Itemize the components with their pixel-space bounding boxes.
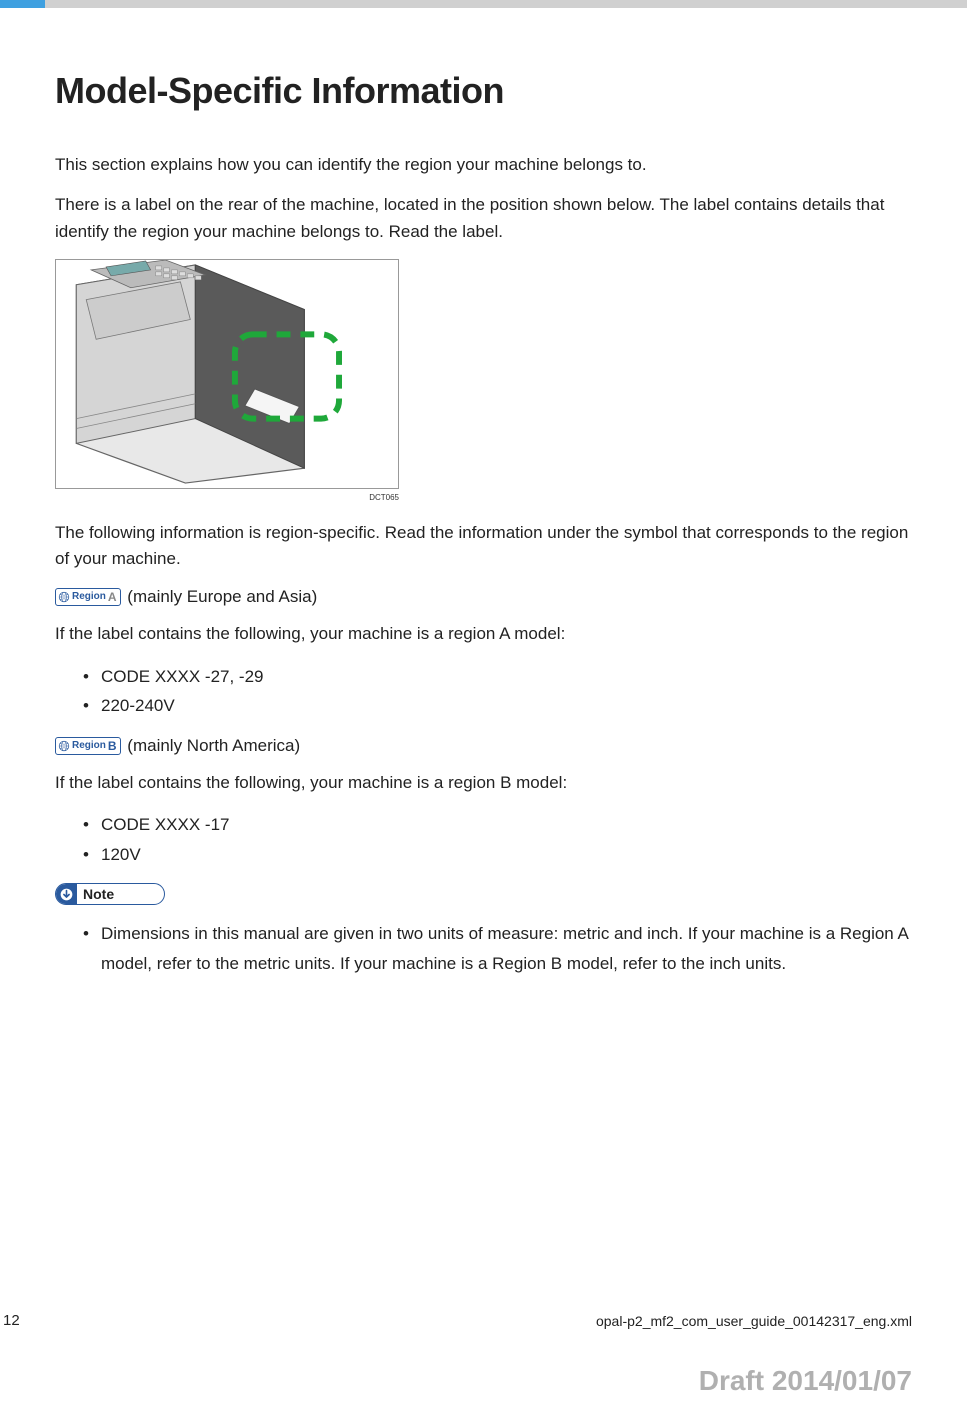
- region-b-badge-letter: B: [108, 740, 117, 752]
- region-b-badge-text: Region: [72, 741, 106, 751]
- list-item: CODE XXXX -17: [83, 810, 912, 840]
- note-badge: Note: [55, 883, 165, 905]
- intro-para-2: There is a label on the rear of the mach…: [55, 192, 912, 245]
- list-item: 120V: [83, 840, 912, 870]
- region-a-line: Region A (mainly Europe and Asia): [55, 587, 912, 608]
- printer-figure: [55, 259, 399, 489]
- region-b-line: Region B (mainly North America): [55, 735, 912, 756]
- top-accent-bar: [0, 0, 45, 8]
- figure-caption: DCT065: [55, 493, 399, 502]
- page-content: Model-Specific Information This section …: [55, 70, 912, 993]
- region-a-intro: If the label contains the following, you…: [55, 621, 912, 647]
- globe-icon: [58, 591, 70, 603]
- region-b-list: CODE XXXX -17 120V: [83, 810, 912, 870]
- region-a-desc: (mainly Europe and Asia): [127, 587, 317, 606]
- intro-para-1: This section explains how you can identi…: [55, 152, 912, 178]
- note-label: Note: [77, 886, 114, 902]
- region-a-list: CODE XXXX -27, -29 220-240V: [83, 662, 912, 722]
- region-b-desc: (mainly North America): [127, 736, 300, 755]
- draft-watermark: Draft 2014/01/07: [699, 1365, 912, 1397]
- list-item: 220-240V: [83, 691, 912, 721]
- region-a-badge-text: Region: [72, 592, 106, 602]
- region-intro-para: The following information is region-spec…: [55, 520, 912, 573]
- top-gray-bar: [45, 0, 967, 8]
- region-b-badge: Region B: [55, 737, 121, 755]
- list-item: CODE XXXX -27, -29: [83, 662, 912, 692]
- region-a-badge: Region A: [55, 588, 121, 606]
- page-number: 12: [3, 1312, 20, 1329]
- list-item: Dimensions in this manual are given in t…: [83, 919, 912, 979]
- page-title: Model-Specific Information: [55, 70, 912, 112]
- note-list: Dimensions in this manual are given in t…: [83, 919, 912, 979]
- footer-filename: opal-p2_mf2_com_user_guide_00142317_eng.…: [596, 1313, 912, 1329]
- note-arrow-icon: [55, 883, 77, 905]
- region-b-intro: If the label contains the following, you…: [55, 770, 912, 796]
- region-a-badge-letter: A: [108, 591, 117, 603]
- globe-icon: [58, 740, 70, 752]
- printer-illustration: [56, 260, 398, 488]
